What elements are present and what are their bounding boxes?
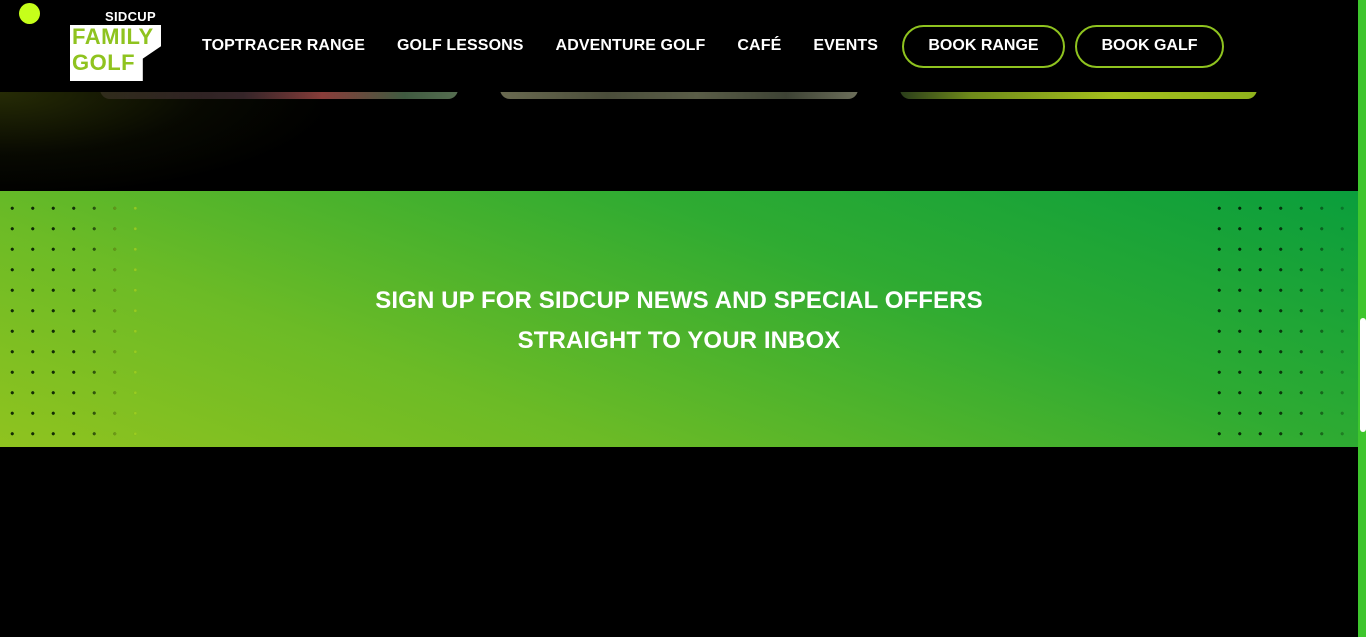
main-nav: TOPTRACER RANGE GOLF LESSONS ADVENTURE G… <box>186 0 1224 92</box>
nav-cafe[interactable]: CAFÉ <box>721 37 797 55</box>
nav-adventure-golf[interactable]: ADVENTURE GOLF <box>540 37 722 55</box>
nav-toptracer-range[interactable]: TOPTRACER RANGE <box>186 37 381 55</box>
nav-golf-lessons[interactable]: GOLF LESSONS <box>381 37 540 55</box>
newsletter-signup-banner: SIGN UP FOR SIDCUP NEWS AND SPECIAL OFFE… <box>0 191 1358 447</box>
background-glow <box>0 92 320 191</box>
logo-family-text: FAMILY <box>72 24 154 49</box>
site-header: SIDCUP FAMILY GOLF TOPTRACER RANGE GOLF … <box>0 0 1358 92</box>
site-logo[interactable]: SIDCUP FAMILY GOLF <box>69 8 165 84</box>
signup-heading: SIGN UP FOR SIDCUP NEWS AND SPECIAL OFFE… <box>0 281 1358 361</box>
signup-heading-line1: SIGN UP FOR SIDCUP NEWS AND SPECIAL OFFE… <box>375 287 983 314</box>
page: SIDCUP FAMILY GOLF TOPTRACER RANGE GOLF … <box>0 0 1366 637</box>
scrollbar-thumb[interactable] <box>1360 318 1366 432</box>
signup-heading-line2: STRAIGHT TO YOUR INBOX <box>517 327 841 354</box>
book-galf-button[interactable]: BOOK GALF <box>1075 24 1224 68</box>
nav-events[interactable]: EVENTS <box>797 37 894 55</box>
logo-golf-text: GOLF <box>72 50 136 75</box>
logo-sidcup-text: SIDCUP <box>105 9 156 24</box>
golf-ball-icon <box>19 3 40 24</box>
book-range-button[interactable]: BOOK RANGE <box>902 24 1065 68</box>
